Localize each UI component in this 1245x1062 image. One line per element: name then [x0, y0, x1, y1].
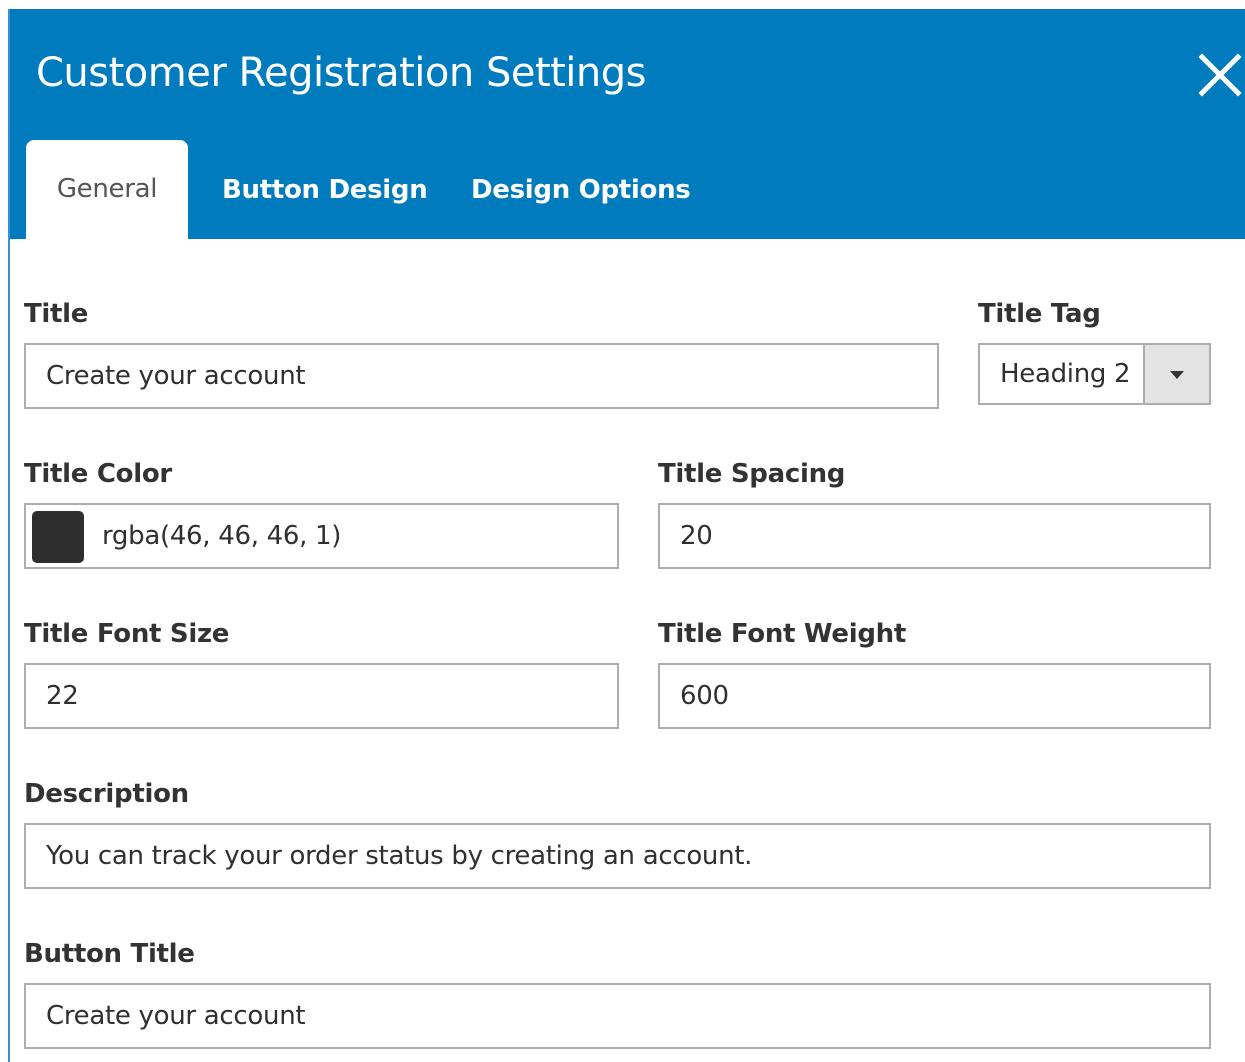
title-input[interactable]: Create your account: [24, 343, 939, 409]
title-font-size-label: Title Font Size: [24, 619, 230, 649]
title-color-label: Title Color: [24, 459, 172, 489]
title-color-picker[interactable]: rgba(46, 46, 46, 1): [24, 503, 619, 569]
tab-design-options[interactable]: Design Options: [471, 140, 691, 240]
modal-title: Customer Registration Settings: [36, 50, 647, 96]
description-label: Description: [24, 779, 189, 809]
title-tag-select[interactable]: Heading 2: [978, 343, 1211, 405]
title-spacing-label: Title Spacing: [658, 459, 846, 489]
title-tag-value: Heading 2: [1000, 359, 1131, 389]
tab-button-design[interactable]: Button Design: [222, 140, 428, 240]
title-label: Title: [24, 299, 89, 329]
title-font-weight-label: Title Font Weight: [658, 619, 906, 649]
button-title-input[interactable]: Create your account: [24, 983, 1211, 1049]
title-font-size-input[interactable]: 22: [24, 663, 619, 729]
title-tag-dropdown-toggle[interactable]: [1143, 345, 1209, 403]
button-title-label: Button Title: [24, 939, 195, 969]
chevron-down-icon: [1170, 371, 1184, 379]
settings-modal: Customer Registration Settings General B…: [8, 9, 1245, 1062]
close-icon: [1198, 53, 1242, 97]
close-button[interactable]: [1196, 51, 1244, 99]
description-input[interactable]: You can track your order status by creat…: [24, 823, 1211, 889]
tab-general[interactable]: General: [26, 140, 188, 240]
title-tag-label: Title Tag: [978, 299, 1101, 329]
title-color-value: rgba(46, 46, 46, 1): [102, 521, 342, 551]
color-swatch[interactable]: [32, 511, 84, 563]
title-spacing-input[interactable]: 20: [658, 503, 1211, 569]
modal-header: Customer Registration Settings General B…: [10, 9, 1245, 240]
title-font-weight-input[interactable]: 600: [658, 663, 1211, 729]
